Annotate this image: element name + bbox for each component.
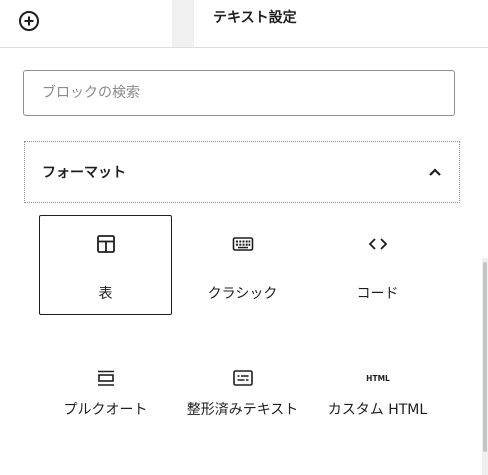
category-toggle-formatting[interactable]: フォーマット [24, 141, 460, 203]
block-inserter-panel: フォーマット 表 クラシック [0, 47, 488, 475]
table-icon [97, 235, 115, 253]
chevron-up-icon [429, 168, 441, 176]
svg-text:HTML: HTML [366, 374, 390, 383]
pullquote-icon [98, 370, 114, 386]
scrollbar-thumb[interactable] [483, 262, 487, 452]
settings-tab[interactable]: テキスト設定 [213, 7, 297, 27]
block-item-preformatted[interactable]: 整形済みテキスト [176, 349, 309, 449]
category-title: フォーマット [42, 165, 126, 181]
block-label: クラシック [207, 286, 278, 302]
block-item-custom-html[interactable]: HTML カスタム HTML [311, 349, 444, 449]
block-search-box [23, 70, 455, 116]
block-label: 表 [98, 286, 113, 302]
block-item-code[interactable]: コード [311, 215, 444, 315]
keyboard-icon [232, 237, 254, 251]
plus-circle-icon[interactable] [17, 9, 41, 33]
preformatted-icon [233, 370, 253, 386]
block-item-pullquote[interactable]: プルクオート [39, 349, 172, 449]
editor-header: テキスト設定 [0, 0, 488, 48]
html-icon: HTML [366, 374, 390, 383]
code-icon [368, 238, 388, 250]
column-divider [172, 0, 194, 48]
block-label: プルクオート [63, 402, 148, 418]
block-label: コード [356, 286, 399, 302]
block-item-classic[interactable]: クラシック [176, 215, 309, 315]
block-label: 整形済みテキスト [186, 402, 299, 418]
block-search-input[interactable] [24, 71, 442, 115]
block-item-table[interactable]: 表 [39, 215, 172, 315]
block-label: カスタム HTML [327, 402, 428, 418]
